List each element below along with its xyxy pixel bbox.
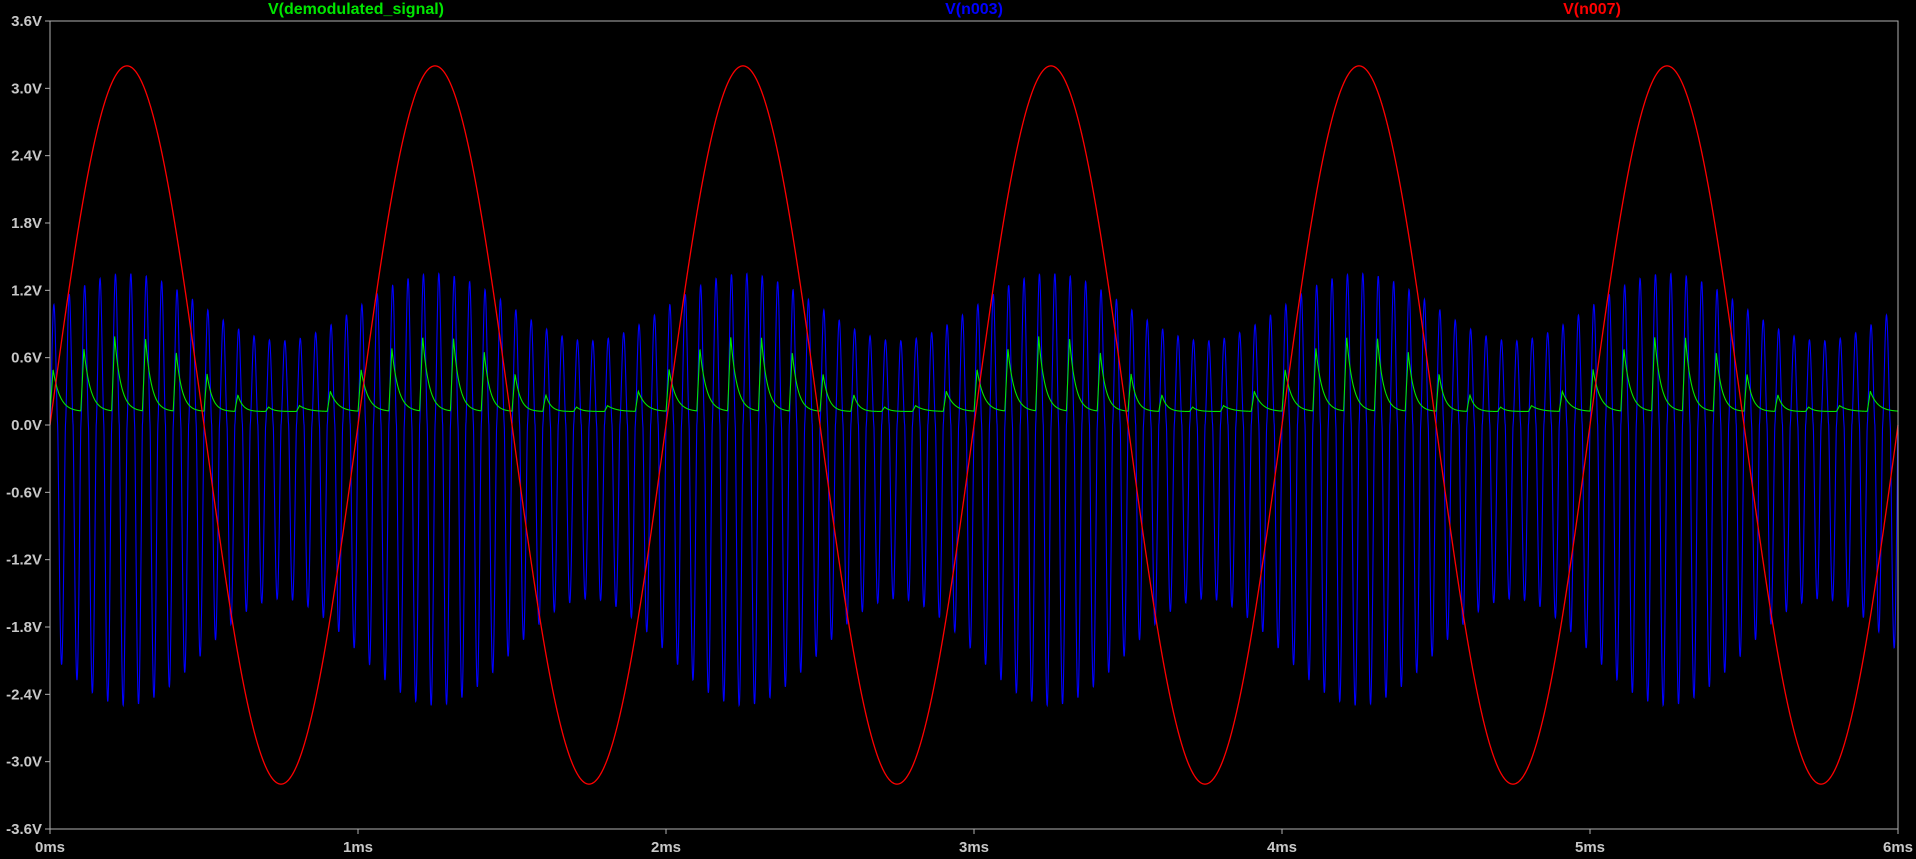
y-tick-label: -1.8V: [6, 619, 42, 636]
legend-demodulated-signal[interactable]: V(demodulated_signal): [268, 1, 444, 18]
waveform-plot[interactable]: 0ms 1ms 2ms 3ms 4ms 5ms 6ms 3.6V 3.0V 2.4V 1.8V 1.…: [0, 0, 1916, 859]
y-tick-label: 1.2V: [11, 282, 42, 299]
y-tick-label: -0.6V: [6, 484, 42, 501]
y-tick-label: -3.0V: [6, 754, 42, 771]
y-tick-label: 0.6V: [11, 350, 42, 367]
x-tick-label: 3ms: [959, 839, 989, 856]
x-tick-label: 2ms: [651, 839, 681, 856]
x-tick-label: 5ms: [1575, 839, 1605, 856]
x-tick-label: 6ms: [1883, 839, 1913, 856]
x-tick-label: 1ms: [343, 839, 373, 856]
y-tick-label: 0.0V: [11, 417, 42, 434]
y-tick-label: 3.0V: [11, 80, 42, 97]
y-tick-label: 3.6V: [11, 13, 42, 30]
legend-v-n007[interactable]: V(n007): [1563, 1, 1621, 18]
legend-v-n003[interactable]: V(n003): [945, 1, 1003, 18]
y-tick-label: -3.6V: [6, 821, 42, 838]
y-tick-label: 2.4V: [11, 148, 42, 165]
y-tick-label: -2.4V: [6, 686, 42, 703]
x-tick-label: 0ms: [35, 839, 65, 856]
x-tick-label: 4ms: [1267, 839, 1297, 856]
y-tick-label: -1.2V: [6, 552, 42, 569]
y-tick-label: 1.8V: [11, 215, 42, 232]
